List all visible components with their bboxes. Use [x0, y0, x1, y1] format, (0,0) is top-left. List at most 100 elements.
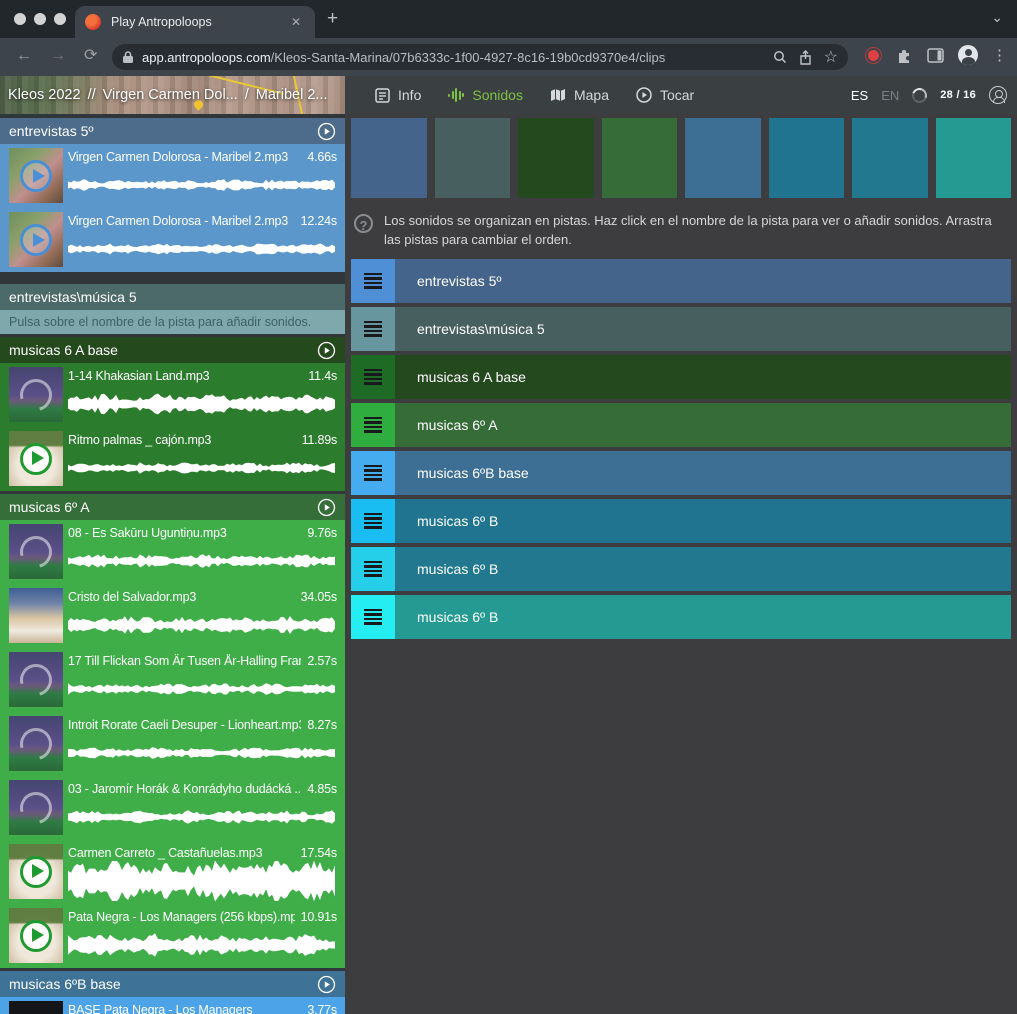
clip-filename[interactable]: BASE Pata Negra - Los Managers: [68, 1003, 301, 1014]
clip-thumbnail[interactable]: [9, 588, 63, 643]
track-row[interactable]: musicas 6º B: [351, 547, 1011, 591]
track-row[interactable]: musicas 6º B: [351, 595, 1011, 639]
audio-clip[interactable]: Ritmo palmas _ cajón.mp3 11.89s: [0, 427, 345, 491]
address-bar[interactable]: app.antropoloops.com/Kleos-Santa-Marina/…: [112, 44, 848, 70]
track-name-bar[interactable]: musicas 6 A base: [395, 355, 1011, 399]
window-controls[interactable]: [14, 13, 66, 25]
clip-play-overlay-icon[interactable]: [20, 160, 52, 192]
clip-filename[interactable]: 08 - Es Sakūru Uguntiņu.mp3: [68, 526, 301, 540]
track-drag-handle[interactable]: [351, 355, 395, 399]
clip-thumbnail[interactable]: [9, 844, 63, 899]
browser-tab[interactable]: Play Antropoloops ✕: [75, 6, 315, 38]
clip-thumbnail[interactable]: [9, 524, 63, 579]
clip-filename[interactable]: Introit Rorate Caeli Desuper - Lionheart…: [68, 718, 301, 732]
record-extension-icon[interactable]: [865, 47, 882, 64]
clip-thumbnail[interactable]: [9, 1001, 63, 1014]
track-row[interactable]: entrevistas 5º: [351, 259, 1011, 303]
tab-search-chevron-icon[interactable]: ⌄: [991, 9, 1003, 26]
clip-play-overlay-icon[interactable]: [20, 443, 52, 475]
track-drag-handle[interactable]: [351, 595, 395, 639]
audio-clip[interactable]: Virgen Carmen Dolorosa - Maribel 2.mp3 1…: [0, 208, 345, 272]
clip-waveform[interactable]: [68, 541, 337, 581]
section-play-button[interactable]: [317, 122, 336, 141]
clip-thumbnail[interactable]: [9, 212, 63, 267]
clip-thumbnail[interactable]: [9, 148, 63, 203]
share-icon[interactable]: [799, 50, 812, 65]
reload-icon[interactable]: ⟳: [84, 46, 97, 66]
clip-waveform[interactable]: [68, 605, 337, 645]
profile-avatar[interactable]: [958, 45, 978, 65]
clip-filename[interactable]: Cristo del Salvador.mp3: [68, 590, 295, 604]
clip-thumbnail[interactable]: [9, 908, 63, 963]
track-name-bar[interactable]: entrevistas 5º: [395, 259, 1011, 303]
track-name-bar[interactable]: musicas 6º A: [395, 403, 1011, 447]
clip-filename[interactable]: 17 Till Flickan Som Är Tusen År-Halling …: [68, 654, 301, 668]
clip-play-overlay-icon[interactable]: [20, 920, 52, 952]
clip-waveform[interactable]: [68, 733, 337, 773]
clip-play-overlay-icon[interactable]: [20, 856, 52, 888]
audio-clip[interactable]: 17 Till Flickan Som Är Tusen År-Halling …: [0, 648, 345, 712]
clip-waveform[interactable]: [68, 229, 337, 269]
tab-info[interactable]: Info: [375, 87, 421, 103]
tab-mapa[interactable]: Mapa: [550, 87, 609, 103]
clip-waveform[interactable]: [68, 861, 337, 901]
clip-filename[interactable]: 1-14 Khakasian Land.mp3: [68, 369, 302, 383]
bookmark-star-icon[interactable]: ☆: [824, 47, 838, 67]
breadcrumb-clip[interactable]: Maribel 2...: [256, 87, 328, 103]
clip-filename[interactable]: Carmen Carreto _ Castañuelas.mp3: [68, 846, 295, 860]
track-drag-handle[interactable]: [351, 307, 395, 351]
track-section-header[interactable]: entrevistas\música 5: [0, 284, 345, 310]
audio-clip[interactable]: 08 - Es Sakūru Uguntiņu.mp3 9.76s: [0, 520, 345, 584]
browser-menu-icon[interactable]: ⋮: [992, 46, 1007, 64]
clip-waveform[interactable]: [68, 448, 337, 488]
clip-filename[interactable]: Ritmo palmas _ cajón.mp3: [68, 433, 296, 447]
zoom-page-icon[interactable]: [773, 50, 787, 64]
clip-waveform[interactable]: [68, 797, 337, 837]
track-name-bar[interactable]: musicas 6º B: [395, 595, 1011, 639]
back-icon[interactable]: ←: [16, 46, 32, 66]
clip-filename[interactable]: Pata Negra - Los Managers (256 kbps).mp3: [68, 910, 295, 924]
audio-clip[interactable]: 03 - Jaromír Horák & Konrádyho dudácká .…: [0, 776, 345, 840]
breadcrumb-audioset[interactable]: Virgen Carmen Dol...: [103, 87, 238, 103]
clip-play-overlay-icon[interactable]: [14, 530, 58, 574]
section-play-button[interactable]: [317, 498, 336, 517]
track-drag-handle[interactable]: [351, 259, 395, 303]
lang-en[interactable]: EN: [881, 88, 899, 103]
audio-clip[interactable]: Pata Negra - Los Managers (256 kbps).mp3…: [0, 904, 345, 968]
account-icon[interactable]: [989, 86, 1007, 104]
track-row[interactable]: musicas 6 A base: [351, 355, 1011, 399]
forward-icon[interactable]: →: [50, 46, 66, 66]
track-color-swatch[interactable]: [351, 118, 427, 198]
clip-play-overlay-icon[interactable]: [14, 786, 58, 830]
clip-play-overlay-icon[interactable]: [14, 373, 58, 417]
track-name-bar[interactable]: musicas 6ºB base: [395, 451, 1011, 495]
track-name-bar[interactable]: entrevistas\música 5: [395, 307, 1011, 351]
track-name-bar[interactable]: musicas 6º B: [395, 547, 1011, 591]
track-color-swatch[interactable]: [936, 118, 1012, 198]
clip-play-overlay-icon[interactable]: [20, 224, 52, 256]
clip-filename[interactable]: Virgen Carmen Dolorosa - Maribel 2.mp3: [68, 150, 301, 164]
audio-clip[interactable]: Virgen Carmen Dolorosa - Maribel 2.mp3 4…: [0, 144, 345, 208]
section-play-button[interactable]: [317, 975, 336, 994]
extensions-puzzle-icon[interactable]: [896, 47, 913, 64]
audio-clip[interactable]: Introit Rorate Caeli Desuper - Lionheart…: [0, 712, 345, 776]
track-color-swatch[interactable]: [769, 118, 845, 198]
lang-es[interactable]: ES: [851, 88, 868, 103]
tab-tocar[interactable]: Tocar: [636, 87, 694, 103]
track-section-header[interactable]: entrevistas 5º: [0, 118, 345, 144]
location-map-preview[interactable]: Kleos 2022 // Virgen Carmen Dol... / Mar…: [0, 76, 345, 114]
track-color-swatch[interactable]: [435, 118, 511, 198]
clip-waveform[interactable]: [68, 165, 337, 205]
track-drag-handle[interactable]: [351, 403, 395, 447]
track-row[interactable]: musicas 6º B: [351, 499, 1011, 543]
clip-thumbnail[interactable]: [9, 716, 63, 771]
audio-clip[interactable]: BASE Pata Negra - Los Managers 3.77s: [0, 997, 345, 1014]
clip-waveform[interactable]: [68, 925, 337, 965]
clip-play-overlay-icon[interactable]: [14, 722, 58, 766]
side-panel-icon[interactable]: [927, 48, 944, 63]
track-name-bar[interactable]: musicas 6º B: [395, 499, 1011, 543]
clip-thumbnail[interactable]: [9, 431, 63, 486]
clip-waveform[interactable]: [68, 669, 337, 709]
new-tab-button[interactable]: +: [327, 7, 338, 31]
track-row[interactable]: musicas 6º A: [351, 403, 1011, 447]
